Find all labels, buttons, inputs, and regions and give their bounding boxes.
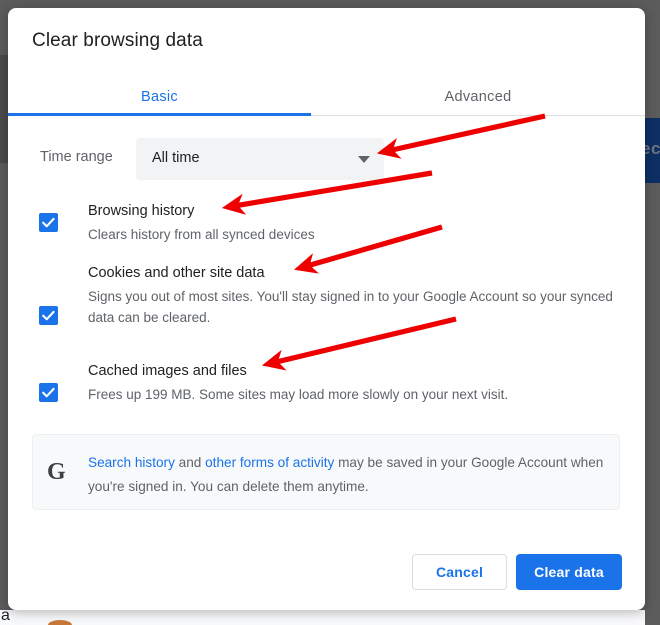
- option-description: Signs you out of most sites. You'll stay…: [88, 289, 613, 325]
- cancel-button[interactable]: Cancel: [412, 554, 507, 590]
- page-title: Clear browsing data: [32, 30, 203, 51]
- time-range-label: Time range: [40, 149, 113, 165]
- google-g-icon: G: [47, 459, 66, 485]
- option-title: Cached images and files: [88, 363, 247, 379]
- tab-advanced[interactable]: Advanced: [311, 81, 645, 115]
- google-account-info-text: Search history and other forms of activi…: [88, 451, 606, 499]
- option-title: Cookies and other site data: [88, 265, 265, 281]
- tab-bar: Basic Advanced: [8, 81, 645, 116]
- option-text-browsing-history: Browsing history Clears history from all…: [88, 201, 628, 245]
- time-range-value: All time: [152, 150, 200, 166]
- option-description: Clears history from all synced devices: [88, 227, 315, 242]
- time-range-row: Time range All time: [32, 138, 622, 180]
- tab-active-indicator: [8, 113, 311, 116]
- option-description: Frees up 199 MB. Some sites may load mor…: [88, 387, 509, 402]
- other-forms-of-activity-link[interactable]: other forms of activity: [205, 455, 334, 470]
- background-page-bottom: a: [0, 610, 645, 625]
- google-account-info-box: G Search history and other forms of acti…: [32, 434, 620, 510]
- background-avatar-thumbnail: [48, 620, 72, 625]
- search-history-link[interactable]: Search history: [88, 455, 175, 470]
- background-navy-banner: ec: [645, 118, 660, 183]
- background-edge-letter: a: [1, 610, 10, 624]
- option-title: Browsing history: [88, 203, 195, 219]
- time-range-select[interactable]: All time: [136, 138, 384, 180]
- checkbox-cached-images-and-files[interactable]: [39, 383, 58, 402]
- option-text-cached-images-and-files: Cached images and files Frees up 199 MB.…: [88, 361, 628, 405]
- info-mid-text: and: [174, 455, 206, 470]
- option-text-cookies-and-site-data: Cookies and other site data Signs you ou…: [88, 263, 628, 328]
- chevron-down-icon: [358, 156, 370, 163]
- tab-basic[interactable]: Basic: [8, 81, 311, 115]
- clear-browsing-data-dialog: Clear browsing data Basic Advanced Time …: [8, 8, 645, 610]
- checkbox-cookies-and-site-data[interactable]: [39, 306, 58, 325]
- clear-data-button[interactable]: Clear data: [516, 554, 622, 590]
- background-navy-banner-text: ec: [645, 139, 660, 158]
- checkbox-browsing-history[interactable]: [39, 213, 58, 232]
